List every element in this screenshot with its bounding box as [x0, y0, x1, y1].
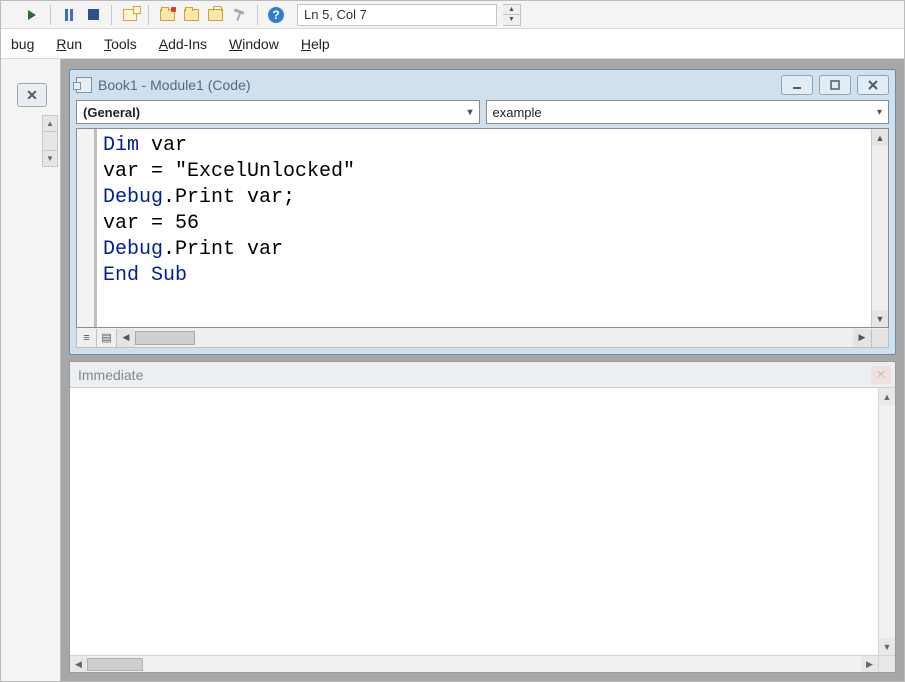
scroll-down-icon[interactable]: ▼: [879, 638, 895, 655]
procedure-dropdown-value: example: [493, 105, 542, 120]
full-module-view-button[interactable]: ▤: [97, 329, 117, 347]
code-margin: [77, 129, 95, 327]
scroll-left-icon[interactable]: ◀: [117, 329, 135, 347]
procedure-dropdown[interactable]: example ▾: [486, 100, 890, 124]
position-spinner[interactable]: ▲ ▼: [503, 4, 521, 26]
scroll-down-icon[interactable]: ▼: [43, 150, 57, 166]
menu-bar: bug Run Tools Add-Ins Window Help: [1, 29, 904, 59]
panel-close-button[interactable]: ✕: [17, 83, 47, 107]
immediate-body: ▲ ▼: [70, 388, 895, 655]
design-mode-icon[interactable]: [121, 6, 139, 24]
scroll-thumb[interactable]: [87, 658, 143, 671]
code-bottom-bar: ≡ ▤ ◀ ▶: [76, 328, 889, 348]
immediate-vertical-scrollbar[interactable]: ▲ ▼: [878, 388, 895, 655]
scroll-down-icon[interactable]: ▼: [872, 310, 888, 327]
scroll-corner: [878, 656, 895, 672]
object-dropdown[interactable]: (General) ▾: [76, 100, 480, 124]
procedure-view-button[interactable]: ≡: [77, 329, 97, 347]
project-explorer-stub: ✕ ▲ ▼: [1, 59, 61, 681]
code-window: Book1 - Module1 (Code) (General): [69, 69, 896, 355]
code-dropdown-row: (General) ▾ example ▾: [70, 100, 895, 128]
scroll-left-icon[interactable]: ◀: [70, 656, 87, 672]
scroll-right-icon[interactable]: ▶: [861, 656, 878, 672]
spinner-down-icon[interactable]: ▼: [503, 15, 520, 25]
chevron-down-icon: ▾: [877, 107, 882, 118]
scroll-up-icon[interactable]: ▲: [879, 388, 895, 405]
code-window-title: Book1 - Module1 (Code): [98, 77, 251, 93]
scroll-corner: [871, 329, 888, 347]
maximize-button[interactable]: [819, 75, 851, 95]
stop-icon[interactable]: [84, 6, 102, 24]
immediate-horizontal-scrollbar[interactable]: ◀ ▶: [70, 655, 895, 672]
menu-help[interactable]: Help: [297, 34, 334, 54]
code-vertical-scrollbar[interactable]: ▲ ▼: [871, 129, 888, 327]
menu-debug[interactable]: bug: [7, 34, 38, 54]
module-icon: [76, 77, 92, 93]
chevron-down-icon: ▾: [467, 107, 472, 118]
code-editor[interactable]: Dim var var = "ExcelUnlocked" Debug.Prin…: [97, 129, 871, 327]
scroll-right-icon[interactable]: ▶: [853, 329, 871, 347]
immediate-textarea[interactable]: [70, 388, 878, 655]
separator: [148, 5, 149, 25]
toolbar: ? Ln 5, Col 7 ▲ ▼: [1, 1, 904, 29]
minimize-button[interactable]: [781, 75, 813, 95]
code-horizontal-scrollbar[interactable]: [135, 329, 853, 347]
scroll-up-icon[interactable]: ▲: [43, 116, 57, 132]
panel-scrollbar[interactable]: ▲ ▼: [42, 115, 58, 167]
menu-run[interactable]: Run: [52, 34, 86, 54]
editor-stack: Book1 - Module1 (Code) (General): [61, 59, 904, 681]
separator: [111, 5, 112, 25]
project-explorer-icon[interactable]: [158, 6, 176, 24]
object-dropdown-value: (General): [83, 105, 140, 120]
menu-addins[interactable]: Add-Ins: [155, 34, 211, 54]
immediate-close-button[interactable]: ✕: [871, 366, 891, 384]
spinner-up-icon[interactable]: ▲: [503, 5, 520, 16]
scroll-thumb[interactable]: [135, 331, 195, 345]
separator: [50, 5, 51, 25]
cursor-position-readout: Ln 5, Col 7: [297, 4, 497, 26]
scroll-up-icon[interactable]: ▲: [872, 129, 888, 146]
properties-icon[interactable]: [182, 6, 200, 24]
menu-tools[interactable]: Tools: [100, 34, 141, 54]
object-browser-icon[interactable]: [230, 6, 248, 24]
toolbox-icon[interactable]: [206, 6, 224, 24]
pause-icon[interactable]: [60, 6, 78, 24]
immediate-header[interactable]: Immediate ✕: [70, 362, 895, 388]
close-button[interactable]: [857, 75, 889, 95]
code-window-titlebar[interactable]: Book1 - Module1 (Code): [70, 70, 895, 100]
code-body: Dim var var = "ExcelUnlocked" Debug.Prin…: [76, 128, 889, 328]
separator: [257, 5, 258, 25]
menu-window[interactable]: Window: [225, 34, 283, 54]
help-icon[interactable]: ?: [267, 6, 285, 24]
immediate-title: Immediate: [78, 367, 143, 383]
mdi-area: ✕ ▲ ▼ Book1 - Module1 (Code): [1, 59, 904, 681]
run-icon[interactable]: [23, 6, 41, 24]
immediate-window: Immediate ✕ ▲ ▼ ◀ ▶: [69, 361, 896, 673]
